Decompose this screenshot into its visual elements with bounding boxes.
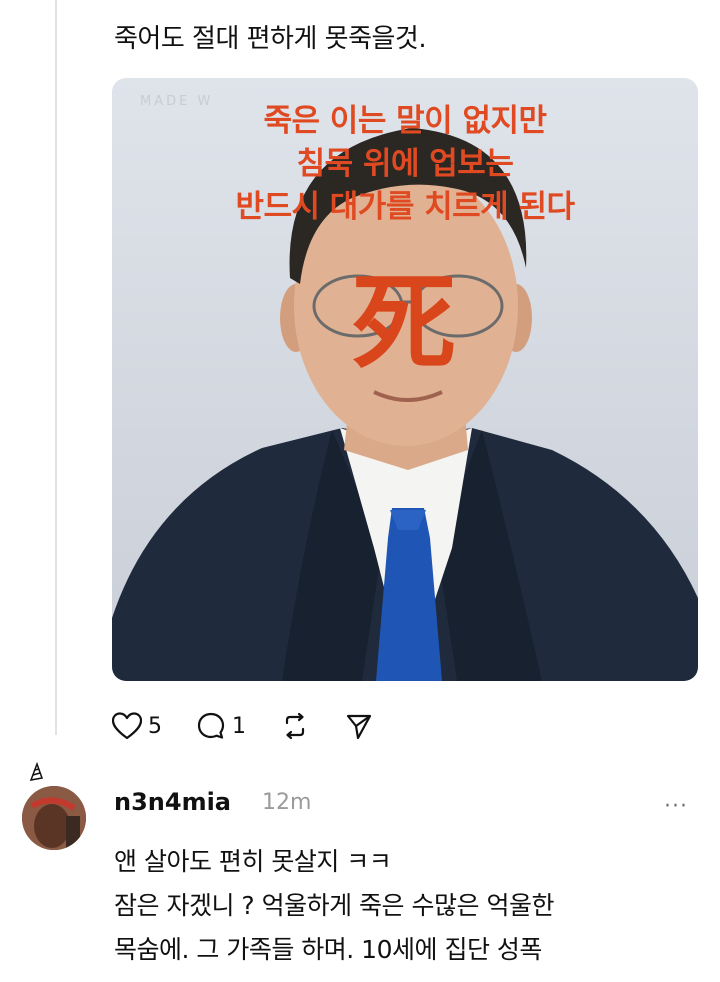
reply-text: 앤 살아도 편히 못살지 ㅋㅋ 잠은 자겠니 ? 억울하게 죽은 수많은 억울한… bbox=[114, 840, 714, 972]
comment-button[interactable]: 1 bbox=[196, 711, 246, 741]
overlay-line: 죽은 이는 말이 없지만 bbox=[263, 103, 547, 139]
overlay-hanja: 死 bbox=[351, 261, 456, 384]
avatar-image bbox=[22, 786, 86, 850]
thread-line bbox=[55, 0, 57, 735]
reply-timestamp: 12m bbox=[262, 790, 312, 815]
comment-icon bbox=[197, 712, 225, 739]
more-options-icon[interactable]: ··· bbox=[664, 794, 688, 819]
reply-line: 앤 살아도 편히 못살지 ㅋㅋ bbox=[114, 847, 392, 876]
share-button[interactable] bbox=[344, 711, 374, 741]
heart-icon bbox=[112, 712, 142, 740]
post-text: 죽어도 절대 편하게 못죽을것. bbox=[114, 24, 427, 54]
post-actions: 5 1 bbox=[112, 708, 408, 744]
reply-line: 잠은 자겠니 ? 억울하게 죽은 수많은 억울한 bbox=[114, 891, 554, 920]
send-icon bbox=[346, 714, 372, 740]
repost-button[interactable] bbox=[280, 711, 310, 741]
reply-username[interactable]: n3n4mia bbox=[114, 788, 231, 816]
like-count: 5 bbox=[148, 713, 162, 739]
overlay-line: 침묵 위에 업보는 bbox=[296, 146, 514, 182]
comment-count: 1 bbox=[232, 713, 246, 739]
party-hat-icon bbox=[29, 762, 44, 781]
like-button[interactable]: 5 bbox=[112, 712, 162, 740]
reply-line: 목숨에. 그 가족들 하며. 10세에 집단 성폭 bbox=[114, 935, 542, 964]
post-image[interactable]: MADE W 죽은 이는 말이 없지만 침묵 위에 업보는 반드시 대가를 치르… bbox=[112, 78, 698, 681]
repost-icon bbox=[285, 712, 305, 740]
image-overlay-text: 죽은 이는 말이 없지만 침묵 위에 업보는 반드시 대가를 치르게 된다 bbox=[112, 100, 698, 229]
overlay-line: 반드시 대가를 치르게 된다 bbox=[235, 189, 575, 225]
avatar[interactable] bbox=[22, 786, 86, 850]
